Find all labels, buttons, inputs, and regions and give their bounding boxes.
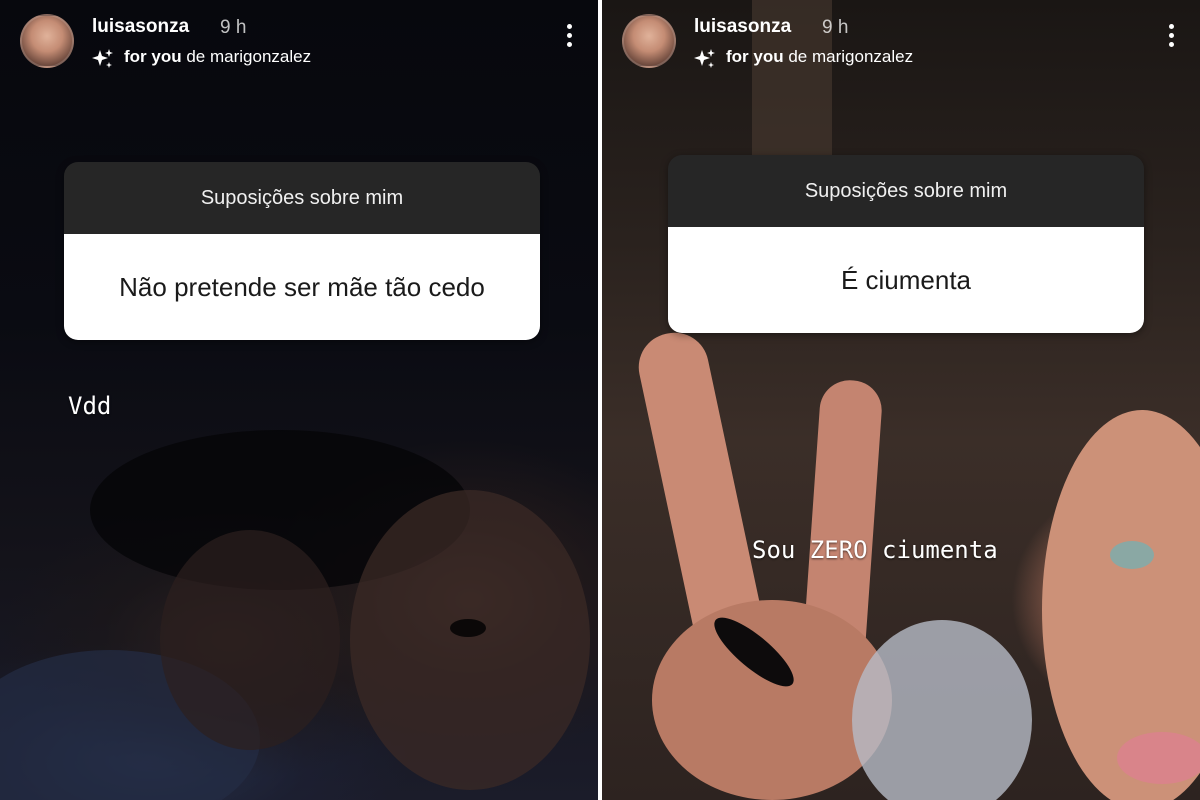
music-attribution[interactable]: for you de marigonzalez: [726, 47, 913, 67]
avatar[interactable]: [20, 14, 74, 68]
photo-hand-shape: [652, 600, 892, 800]
story-panel-left[interactable]: luisasonza 9 h for you de marigonzalez S…: [0, 0, 598, 800]
story-photo: [638, 0, 1200, 800]
photo-hair-shape: [90, 430, 470, 590]
question-answer: Não pretende ser mãe tão cedo: [64, 234, 540, 340]
story-panel-right[interactable]: luisasonza 9 h for you de marigonzalez S…: [602, 0, 1200, 800]
photo-hoodie-shape: [852, 620, 1032, 800]
question-title: Suposições sobre mim: [668, 155, 1144, 227]
story-header: luisasonza 9 h for you de marigonzalez: [20, 10, 578, 70]
author-name[interactable]: marigonzalez: [210, 47, 311, 66]
avatar[interactable]: [622, 14, 676, 68]
photo-eye-shape: [1110, 541, 1154, 569]
sparkle-icon: [694, 49, 715, 68]
photo-lips-shape: [1117, 732, 1200, 784]
author-name[interactable]: marigonzalez: [812, 47, 913, 66]
question-answer: É ciumenta: [668, 227, 1144, 333]
post-time: 9 h: [822, 17, 849, 38]
photo-finger-right-shape: [802, 380, 882, 680]
photo-finger-left-shape: [638, 332, 764, 658]
de-label: de: [186, 47, 206, 66]
more-vertical-icon[interactable]: [1166, 24, 1176, 52]
for-you-label: for you: [726, 47, 784, 66]
more-vertical-icon[interactable]: [564, 24, 574, 52]
username[interactable]: luisasonza: [694, 16, 791, 38]
music-attribution[interactable]: for you de marigonzalez: [124, 47, 311, 67]
photo-nail-shape: [714, 617, 794, 687]
de-label: de: [788, 47, 808, 66]
for-you-label: for you: [124, 47, 182, 66]
post-time: 9 h: [220, 17, 247, 38]
username[interactable]: luisasonza: [92, 16, 189, 38]
question-card: Suposições sobre mim Não pretende ser mã…: [64, 162, 540, 340]
sparkle-icon: [92, 49, 113, 68]
story-caption: Sou ZERO ciumenta: [752, 536, 998, 564]
story-caption: Vdd: [68, 392, 112, 420]
photo-eye-shape: [450, 619, 486, 637]
question-card: Suposições sobre mim É ciumenta: [668, 155, 1144, 333]
photo-face-shape: [350, 490, 590, 790]
story-header: luisasonza 9 h for you de marigonzalez: [622, 10, 1180, 70]
photo-shoulder-shape: [0, 650, 260, 800]
photo-hand-shape: [160, 530, 340, 750]
question-title: Suposições sobre mim: [64, 162, 540, 234]
photo-face-shape: [1042, 410, 1200, 800]
